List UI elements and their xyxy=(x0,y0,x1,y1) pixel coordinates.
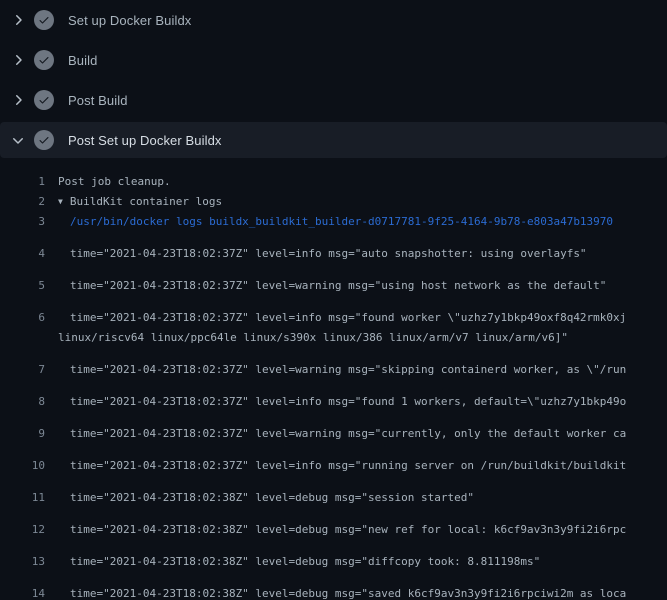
log-line: 10 time="2021-04-23T18:02:37Z" level=info… xyxy=(0,444,667,476)
log-line: 14 time="2021-04-23T18:02:38Z" level=debu… xyxy=(0,572,667,600)
check-icon-svg xyxy=(38,54,50,66)
log-line-number[interactable]: 1 xyxy=(0,172,45,192)
log-line-number[interactable]: 12 xyxy=(0,520,45,540)
step-label: Post Set up Docker Buildx xyxy=(68,133,222,148)
check-icon-svg xyxy=(38,94,50,106)
log-line-number[interactable]: 8 xyxy=(0,392,45,412)
log-line: 11 time="2021-04-23T18:02:38Z" level=debu… xyxy=(0,476,667,508)
step-row-set-up-docker-buildx[interactable]: Set up Docker Buildx xyxy=(0,0,667,40)
log-line: 9 time="2021-04-23T18:02:37Z" level=warni… xyxy=(0,412,667,444)
log-line: 1 Post job cleanup. xyxy=(0,172,667,192)
log-text: time="2021-04-23T18:02:37Z" level=warnin… xyxy=(70,276,606,296)
step-label: Post Build xyxy=(68,93,128,108)
chevron-right-icon[interactable] xyxy=(10,52,26,68)
log-text: time="2021-04-23T18:02:38Z" level=debug … xyxy=(70,584,626,600)
step-row-build[interactable]: Build xyxy=(0,40,667,80)
log-line: 2 ▼ BuildKit container logs xyxy=(0,192,667,212)
log-line-number[interactable]: 13 xyxy=(0,552,45,572)
chevron-right-icon[interactable] xyxy=(10,12,26,28)
log-line-number[interactable]: 2 xyxy=(0,192,45,212)
log-line-number[interactable]: 14 xyxy=(0,584,45,600)
check-icon-svg xyxy=(38,134,50,146)
log-text[interactable]: ▼ BuildKit container logs xyxy=(58,192,222,212)
step-row-post-build[interactable]: Post Build xyxy=(0,80,667,120)
log-line: 7 time="2021-04-23T18:02:37Z" level=warni… xyxy=(0,348,667,380)
log-line: 3/usr/bin/docker logs buildx_buildkit_bu… xyxy=(0,212,667,232)
log-line-continuation: linux/riscv64 linux/ppc64le linux/s390x … xyxy=(0,328,667,348)
triangle-down-icon[interactable]: ▼ xyxy=(58,192,63,212)
step-row-post-set-up-docker-buildx[interactable]: Post Set up Docker Buildx xyxy=(0,122,667,158)
group-label: BuildKit container logs xyxy=(70,195,222,208)
chevron-down-icon-svg xyxy=(10,132,26,148)
log-line-number[interactable]: 11 xyxy=(0,488,45,508)
step-list: Set up Docker Buildx Build Post Build Post … xyxy=(0,0,667,158)
log-text: time="2021-04-23T18:02:38Z" level=debug … xyxy=(70,552,540,572)
log-text: time="2021-04-23T18:02:37Z" level=info m… xyxy=(70,308,626,328)
log-line-number[interactable]: 6 xyxy=(0,308,45,328)
chevron-right-icon-svg xyxy=(10,92,26,108)
log-text: time="2021-04-23T18:02:37Z" level=info m… xyxy=(70,392,626,412)
actions-log-viewer: Set up Docker Buildx Build Post Build Post … xyxy=(0,0,667,600)
log-line-number[interactable]: 9 xyxy=(0,424,45,444)
check-circle-icon xyxy=(34,130,54,150)
log-line: 12 time="2021-04-23T18:02:38Z" level=debu… xyxy=(0,508,667,540)
log-text: time="2021-04-23T18:02:37Z" level=warnin… xyxy=(70,424,626,444)
log-line: 8 time="2021-04-23T18:02:37Z" level=info … xyxy=(0,380,667,412)
chevron-right-icon-svg xyxy=(10,12,26,28)
check-circle-icon xyxy=(34,50,54,70)
log-output: 1 Post job cleanup. 2 ▼ BuildKit container l… xyxy=(0,160,667,600)
log-line: 4 time="2021-04-23T18:02:37Z" level=info … xyxy=(0,232,667,264)
log-text: Post job cleanup. xyxy=(58,172,171,192)
log-command-text: /usr/bin/docker logs buildx_buildkit_bui… xyxy=(70,212,613,232)
check-circle-icon xyxy=(34,90,54,110)
log-line: 13 time="2021-04-23T18:02:38Z" level=debu… xyxy=(0,540,667,572)
log-text: time="2021-04-23T18:02:37Z" level=warnin… xyxy=(70,360,626,380)
log-line-number xyxy=(0,328,45,348)
chevron-down-icon[interactable] xyxy=(10,132,26,148)
log-text: time="2021-04-23T18:02:38Z" level=debug … xyxy=(70,488,474,508)
check-circle-icon xyxy=(34,10,54,30)
step-label: Build xyxy=(68,53,97,68)
log-text: time="2021-04-23T18:02:37Z" level=info m… xyxy=(70,244,587,264)
log-text: linux/riscv64 linux/ppc64le linux/s390x … xyxy=(58,328,568,348)
log-text: time="2021-04-23T18:02:38Z" level=debug … xyxy=(70,520,626,540)
check-icon-svg xyxy=(38,14,50,26)
log-line-number[interactable]: 7 xyxy=(0,360,45,380)
log-line: 6 time="2021-04-23T18:02:37Z" level=info … xyxy=(0,296,667,328)
log-line-number[interactable]: 4 xyxy=(0,244,45,264)
step-label: Set up Docker Buildx xyxy=(68,13,191,28)
log-text: time="2021-04-23T18:02:37Z" level=info m… xyxy=(70,456,626,476)
log-line: 5 time="2021-04-23T18:02:37Z" level=warni… xyxy=(0,264,667,296)
log-line-number[interactable]: 3 xyxy=(0,212,45,232)
chevron-right-icon-svg xyxy=(10,52,26,68)
chevron-right-icon[interactable] xyxy=(10,92,26,108)
log-line-number[interactable]: 5 xyxy=(0,276,45,296)
log-line-number[interactable]: 10 xyxy=(0,456,45,476)
